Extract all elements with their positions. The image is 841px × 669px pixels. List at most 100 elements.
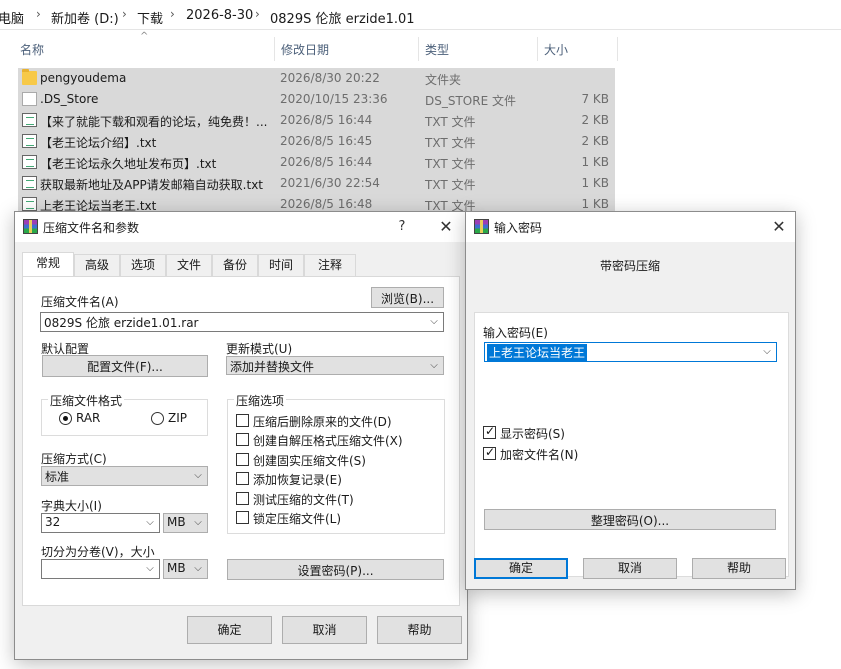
sfx-checkbox[interactable]: 创建自解压格式压缩文件(X) bbox=[236, 432, 406, 448]
dictionary-size-label: 字典大小(I) bbox=[41, 499, 102, 513]
file-type: DS_STORE 文件 bbox=[425, 94, 516, 108]
test-files-checkbox[interactable]: 测试压缩的文件(T) bbox=[236, 491, 356, 507]
ok-button[interactable]: 确定 bbox=[474, 558, 568, 579]
file-icon bbox=[22, 92, 37, 106]
close-icon[interactable]: ✕ bbox=[768, 216, 790, 238]
checkbox-label: 添加恢复记录(E) bbox=[253, 473, 342, 487]
column-date[interactable]: 修改日期 bbox=[281, 41, 329, 58]
format-zip-label: ZIP bbox=[168, 411, 187, 425]
browse-button[interactable]: 浏览(B)... bbox=[371, 287, 444, 308]
recovery-record-checkbox[interactable]: 添加恢复记录(E) bbox=[236, 471, 346, 487]
file-name: 【来了就能下载和观看的论坛，纯免费！... bbox=[40, 115, 268, 129]
dialog-titlebar[interactable]: 输入密码 ✕ bbox=[466, 212, 795, 242]
solid-archive-checkbox[interactable]: 创建固实压缩文件(S) bbox=[236, 452, 376, 468]
password-value: 上老王论坛当老王 bbox=[487, 344, 588, 361]
checkbox-label: 锁定压缩文件(L) bbox=[253, 512, 342, 526]
tab-options[interactable]: 选项 bbox=[120, 254, 166, 276]
file-row[interactable]: 【来了就能下载和观看的论坛，纯免费！... 2026/8/5 16:44 TXT… bbox=[18, 110, 615, 131]
file-row[interactable]: .DS_Store 2020/10/15 23:36 DS_STORE 文件 7… bbox=[18, 89, 615, 110]
split-unit-select[interactable]: MB ⌵ bbox=[163, 559, 208, 579]
ok-button[interactable]: 确定 bbox=[187, 616, 272, 644]
file-size: 7 KB bbox=[581, 92, 609, 106]
chevron-down-icon[interactable]: ⌵ bbox=[143, 561, 157, 576]
file-type: TXT 文件 bbox=[425, 157, 476, 171]
file-row[interactable]: 【老王论坛永久地址发布页】.txt 2026/8/5 16:44 TXT 文件 … bbox=[18, 152, 615, 173]
chevron-down-icon[interactable]: ⌵ bbox=[191, 561, 205, 576]
checkbox-label: 创建自解压格式压缩文件(X) bbox=[253, 434, 403, 448]
cancel-button[interactable]: 取消 bbox=[583, 558, 677, 579]
tab-general[interactable]: 常规 bbox=[22, 252, 74, 276]
tab-advanced[interactable]: 高级 bbox=[74, 254, 120, 276]
format-zip-radio[interactable]: ZIP bbox=[151, 411, 191, 427]
file-date: 2026/8/5 16:44 bbox=[280, 155, 373, 169]
column-divider[interactable] bbox=[537, 37, 538, 61]
column-divider[interactable] bbox=[617, 37, 618, 61]
tab-comment[interactable]: 注释 bbox=[304, 254, 356, 276]
checkbox-label: 创建固实压缩文件(S) bbox=[253, 454, 366, 468]
file-row[interactable]: pengyoudema 2026/8/30 20:22 文件夹 bbox=[18, 68, 615, 89]
profiles-button[interactable]: 配置文件(F)... bbox=[42, 355, 208, 377]
split-unit-value: MB bbox=[167, 561, 186, 575]
cancel-button[interactable]: 取消 bbox=[282, 616, 367, 644]
chevron-down-icon[interactable]: ⌵ bbox=[143, 515, 157, 530]
file-row[interactable]: 【老王论坛介绍】.txt 2026/8/5 16:45 TXT 文件 2 KB bbox=[18, 131, 615, 152]
file-date: 2026/8/5 16:48 bbox=[280, 197, 373, 211]
compression-method-label: 压缩方式(C) bbox=[41, 452, 107, 466]
tab-files[interactable]: 文件 bbox=[166, 254, 212, 276]
breadcrumb-downloads[interactable]: 下载 bbox=[137, 8, 163, 27]
tab-time[interactable]: 时间 bbox=[258, 254, 304, 276]
file-size: 1 KB bbox=[581, 155, 609, 169]
file-size: 2 KB bbox=[581, 134, 609, 148]
checkbox-label: 加密文件名(N) bbox=[500, 448, 579, 462]
format-rar-label: RAR bbox=[76, 411, 101, 425]
lock-archive-checkbox[interactable]: 锁定压缩文件(L) bbox=[236, 510, 346, 526]
compression-method-select[interactable]: 标准 ⌵ bbox=[41, 466, 208, 486]
delete-after-checkbox[interactable]: 压缩后删除原来的文件(D) bbox=[236, 413, 396, 429]
format-rar-radio[interactable]: RAR bbox=[59, 411, 101, 427]
checkbox-label: 测试压缩的文件(T) bbox=[253, 493, 354, 507]
chevron-down-icon[interactable]: ⌵ bbox=[191, 515, 205, 530]
help-button[interactable]: 帮助 bbox=[692, 558, 786, 579]
organize-passwords-button[interactable]: 整理密码(O)... bbox=[484, 509, 776, 530]
breadcrumb-computer[interactable]: 电脑 bbox=[0, 8, 24, 27]
help-button[interactable]: 帮助 bbox=[377, 616, 462, 644]
dictionary-size-combo[interactable]: 32 ⌵ bbox=[41, 513, 160, 533]
column-divider[interactable] bbox=[274, 37, 275, 61]
dialog-title: 输入密码 bbox=[494, 221, 543, 235]
archive-options-title: 压缩选项 bbox=[234, 392, 287, 409]
close-icon[interactable]: ✕ bbox=[435, 216, 457, 238]
column-size[interactable]: 大小 bbox=[544, 41, 568, 58]
breadcrumb-date-folder[interactable]: 2026-8-30 bbox=[186, 8, 253, 23]
dictionary-unit-select[interactable]: MB ⌵ bbox=[163, 513, 208, 533]
tab-backup[interactable]: 备份 bbox=[212, 254, 258, 276]
file-list-header: ^ 名称 修改日期 类型 大小 bbox=[0, 31, 841, 63]
column-type[interactable]: 类型 bbox=[425, 41, 449, 58]
text-file-icon bbox=[22, 134, 37, 148]
column-name[interactable]: 名称 bbox=[20, 41, 44, 58]
column-divider[interactable] bbox=[418, 37, 419, 61]
password-input[interactable]: 上老王论坛当老王 ⌵ bbox=[484, 342, 777, 362]
file-row[interactable]: 获取最新地址及APP请发邮箱自动获取.txt 2021/6/30 22:54 T… bbox=[18, 173, 615, 194]
chevron-down-icon[interactable]: ⌵ bbox=[760, 344, 774, 359]
chevron-down-icon[interactable]: ⌵ bbox=[191, 468, 205, 483]
chevron-down-icon[interactable]: ⌵ bbox=[427, 314, 441, 329]
breadcrumb-drive[interactable]: 新加卷 (D:) bbox=[51, 8, 119, 27]
update-mode-select[interactable]: 添加并替换文件 ⌵ bbox=[226, 356, 444, 375]
archive-name-label: 压缩文件名(A) bbox=[41, 295, 119, 309]
text-file-icon bbox=[22, 155, 37, 169]
breadcrumb-separator: › bbox=[170, 7, 175, 21]
archive-name-combo[interactable]: 0829S 伦旅 erzide1.01.rar ⌵ bbox=[40, 312, 444, 332]
tab-strip: 常规 高级 选项 文件 备份 时间 注释 bbox=[22, 252, 462, 276]
show-password-checkbox[interactable]: 显示密码(S) bbox=[483, 424, 593, 441]
address-breadcrumb[interactable]: 电脑 › 新加卷 (D:) › 下载 › 2026-8-30 › 0829S 伦… bbox=[0, 0, 841, 30]
set-password-button[interactable]: 设置密码(P)... bbox=[227, 559, 444, 580]
chevron-down-icon[interactable]: ⌵ bbox=[427, 358, 441, 373]
password-heading: 带密码压缩 bbox=[600, 259, 661, 273]
dialog-titlebar[interactable]: 压缩文件名和参数 ? ✕ bbox=[15, 212, 467, 242]
text-file-icon bbox=[22, 113, 37, 127]
encrypt-filenames-checkbox[interactable]: 加密文件名(N) bbox=[483, 445, 593, 462]
breadcrumb-current-folder[interactable]: 0829S 伦旅 erzide1.01 bbox=[270, 8, 415, 27]
help-icon[interactable]: ? bbox=[391, 216, 413, 238]
winrar-icon bbox=[23, 219, 38, 234]
split-size-combo[interactable]: ⌵ bbox=[41, 559, 160, 579]
